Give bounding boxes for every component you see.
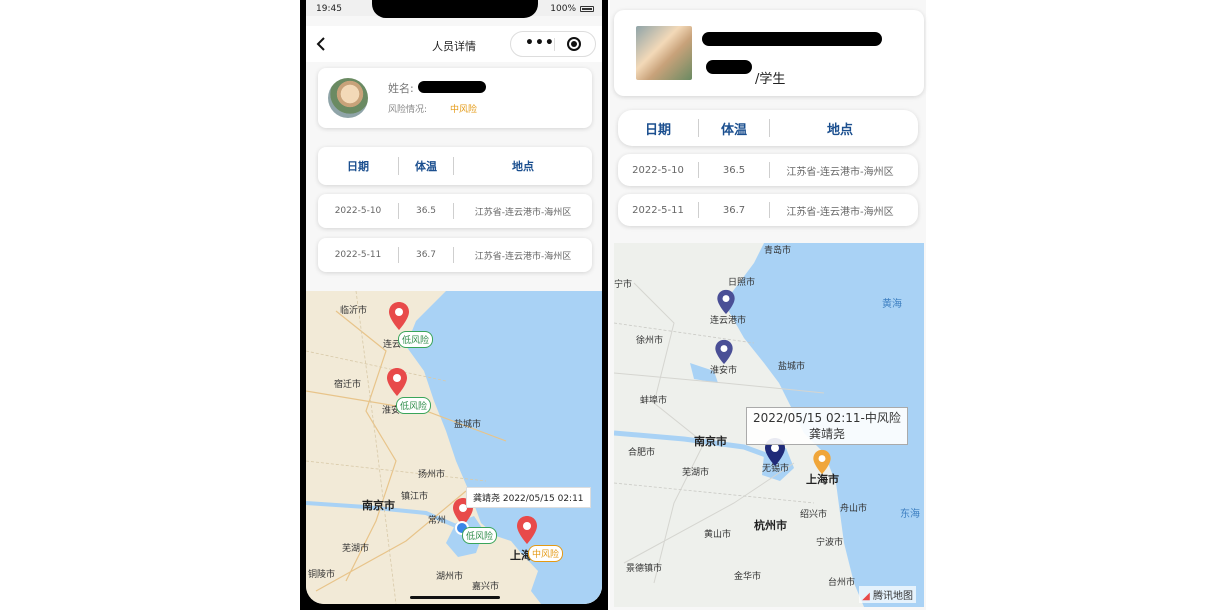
compass-icon: ◢ bbox=[862, 591, 870, 602]
city-label: 青岛市 bbox=[764, 246, 792, 256]
risk-tag: 中风险 bbox=[528, 545, 564, 562]
location-pin-icon[interactable] bbox=[386, 367, 408, 397]
table-header: 日期 体温 地点 bbox=[318, 147, 592, 185]
map-credit: ◢ 腾讯地图 bbox=[859, 586, 916, 603]
phone-frame-left: 19:45 100% 人员详情 ••• 姓名: 风险情况: 中风险 日期 体温 … bbox=[300, 0, 608, 610]
more-icon[interactable]: ••• bbox=[525, 35, 555, 51]
header-date: 日期 bbox=[644, 122, 671, 138]
capsule-divider bbox=[554, 38, 555, 51]
risk-tag: 低风险 bbox=[398, 331, 434, 348]
header-place: 地点 bbox=[512, 160, 534, 173]
sea-label: 东海 bbox=[900, 509, 920, 520]
city-label: 芜湖市 bbox=[342, 544, 370, 554]
row-date: 2022-5-10 bbox=[632, 164, 684, 176]
sea-label: 黄海 bbox=[882, 299, 902, 310]
location-pin-icon[interactable] bbox=[716, 289, 736, 315]
row-date: 2022-5-11 bbox=[334, 250, 382, 260]
row-date: 2022-5-10 bbox=[334, 206, 382, 216]
map-view[interactable]: 青岛市 日照市 宁市 连云港市 徐州市 淮安市 盐城市 蚌埠市 南京市 合肥市 … bbox=[613, 243, 924, 607]
redacted-name bbox=[702, 32, 882, 46]
header-place: 地点 bbox=[826, 122, 853, 138]
home-indicator[interactable] bbox=[410, 596, 500, 599]
tooltip-time-risk: 2022/05/15 02:11-中风险 bbox=[753, 411, 901, 425]
row-date: 2022-5-11 bbox=[632, 204, 684, 216]
location-pin-icon[interactable] bbox=[812, 449, 832, 475]
profile-card: /学生 bbox=[614, 10, 924, 96]
row-temp: 36.7 bbox=[415, 250, 437, 260]
city-label: 盐城市 bbox=[454, 420, 482, 430]
city-label: 镇江市 bbox=[401, 492, 429, 502]
phone-notch bbox=[372, 0, 538, 18]
location-pin-icon[interactable] bbox=[388, 301, 410, 331]
city-label: 绍兴市 bbox=[800, 510, 828, 520]
avatar bbox=[328, 78, 368, 118]
risk-value: 中风险 bbox=[450, 105, 478, 115]
miniprogram-capsule: ••• bbox=[510, 31, 596, 57]
city-label: 日照市 bbox=[728, 278, 756, 288]
header-date: 日期 bbox=[347, 160, 369, 173]
row-place: 江苏省-连云港市-海州区 bbox=[474, 207, 572, 218]
nav-bar: 人员详情 ••• bbox=[306, 26, 602, 62]
name-label: 姓名: bbox=[388, 82, 414, 95]
table-row[interactable]: 2022-5-11 36.7 江苏省-连云港市-海州区 bbox=[618, 194, 918, 226]
row-place: 江苏省-连云港市-海州区 bbox=[474, 251, 572, 262]
detail-panel-right: /学生 日期 体温 地点 2022-5-10 36.5 江苏省-连云港市-海州区… bbox=[610, 0, 926, 610]
city-label: 宁波市 bbox=[816, 538, 844, 548]
profile-card: 姓名: 风险情况: 中风险 bbox=[318, 68, 592, 128]
map-view[interactable]: 临沂市 连云 宿迁市 淮安 盐城市 扬州市 镇江市 南京市 常州 芜湖市 铜陵市… bbox=[306, 290, 602, 604]
avatar bbox=[636, 26, 692, 80]
city-label: 宿迁市 bbox=[334, 380, 362, 390]
map-tooltip: 2022/05/15 02:11-中风险 龚靖尧 bbox=[746, 407, 908, 445]
battery-icon bbox=[580, 6, 594, 12]
battery-percent: 100% bbox=[550, 4, 576, 14]
redacted-name bbox=[418, 81, 486, 93]
status-time: 19:45 bbox=[316, 4, 342, 14]
city-label: 蚌埠市 bbox=[640, 396, 668, 406]
location-pin-icon[interactable] bbox=[714, 339, 734, 365]
map-credit-text: 腾讯地图 bbox=[873, 591, 913, 602]
risk-label: 风险情况: bbox=[388, 105, 428, 115]
city-label: 景德镇市 bbox=[626, 564, 663, 574]
table-row[interactable]: 2022-5-10 36.5 江苏省-连云港市-海州区 bbox=[318, 194, 592, 228]
city-label: 南京市 bbox=[362, 499, 395, 512]
city-label: 湖州市 bbox=[436, 572, 464, 582]
city-label: 盐城市 bbox=[778, 362, 806, 372]
city-label: 常州 bbox=[428, 516, 447, 526]
city-label: 铜陵市 bbox=[308, 570, 336, 580]
close-miniprogram-icon[interactable] bbox=[567, 37, 581, 51]
row-place: 江苏省-连云港市-海州区 bbox=[786, 166, 894, 178]
location-pin-icon[interactable] bbox=[516, 515, 538, 545]
risk-tag: 低风险 bbox=[462, 527, 498, 544]
table-row[interactable]: 2022-5-10 36.5 江苏省-连云港市-海州区 bbox=[618, 154, 918, 186]
role-label: /学生 bbox=[755, 72, 786, 87]
phone-screen-left: 19:45 100% 人员详情 ••• 姓名: 风险情况: 中风险 日期 体温 … bbox=[306, 0, 602, 604]
header-temp: 体温 bbox=[720, 122, 747, 138]
city-label: 嘉兴市 bbox=[472, 582, 500, 592]
header-temp: 体温 bbox=[415, 160, 437, 173]
map-tooltip: 龚靖尧 2022/05/15 02:11 bbox=[466, 487, 591, 508]
city-label: 扬州市 bbox=[418, 470, 446, 480]
table-header: 日期 体温 地点 bbox=[618, 110, 918, 146]
city-label: 芜湖市 bbox=[682, 468, 710, 478]
city-label: 临沂市 bbox=[340, 306, 368, 316]
row-temp: 36.5 bbox=[415, 206, 437, 216]
city-label: 杭州市 bbox=[754, 519, 787, 532]
row-temp: 36.7 bbox=[722, 204, 746, 216]
city-label: 舟山市 bbox=[840, 504, 868, 514]
city-label: 徐州市 bbox=[636, 336, 664, 346]
table-row[interactable]: 2022-5-11 36.7 江苏省-连云港市-海州区 bbox=[318, 238, 592, 272]
city-label: 宁市 bbox=[614, 280, 633, 290]
tooltip-person: 龚靖尧 bbox=[808, 427, 845, 441]
risk-tag: 低风险 bbox=[396, 397, 432, 414]
city-label: 台州市 bbox=[828, 578, 856, 588]
row-temp: 36.5 bbox=[722, 164, 746, 176]
city-label: 金华市 bbox=[734, 572, 762, 582]
city-label: 合肥市 bbox=[628, 448, 656, 458]
row-place: 江苏省-连云港市-海州区 bbox=[786, 206, 894, 218]
city-label: 黄山市 bbox=[704, 530, 732, 540]
city-label: 南京市 bbox=[694, 435, 727, 448]
redacted-id bbox=[706, 60, 752, 74]
